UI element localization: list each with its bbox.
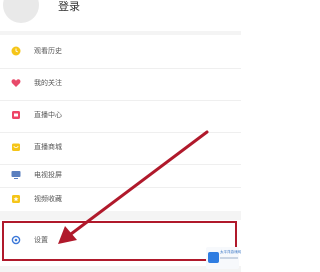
tv-cast-icon	[11, 171, 21, 179]
menu-item-label: 电视投屏	[34, 171, 62, 179]
favorite-icon	[12, 195, 20, 203]
menu-item-label: 我的关注	[34, 79, 62, 87]
menu-item-live-mall[interactable]: 直播商城	[0, 132, 241, 163]
watermark-logo: 太平洋游戏网	[206, 247, 241, 269]
watermark-subline	[220, 257, 238, 259]
watermark-icon	[208, 252, 219, 263]
menu-item-label: 观看历史	[34, 47, 62, 55]
mall-icon	[12, 143, 20, 151]
highlight-box	[2, 221, 237, 261]
menu-item-label: 直播商城	[34, 143, 62, 151]
menu-item-watch-history[interactable]: 观看历史	[0, 36, 241, 67]
menu-item-label: 视频收藏	[34, 195, 62, 203]
menu-item-my-follows[interactable]: 我的关注	[0, 68, 241, 99]
login-header[interactable]: 登录	[0, 0, 241, 30]
login-label[interactable]: 登录	[58, 0, 80, 14]
heart-icon	[11, 79, 21, 87]
history-icon	[11, 46, 21, 56]
menu-item-live-center[interactable]: 直播中心	[0, 100, 241, 131]
section-gap	[0, 211, 241, 220]
watermark-text: 太平洋游戏网	[220, 250, 241, 254]
live-center-icon	[12, 111, 20, 119]
header-divider	[0, 31, 241, 35]
menu-item-label: 直播中心	[34, 111, 62, 119]
bottom-divider	[0, 266, 241, 272]
avatar[interactable]	[3, 0, 39, 23]
